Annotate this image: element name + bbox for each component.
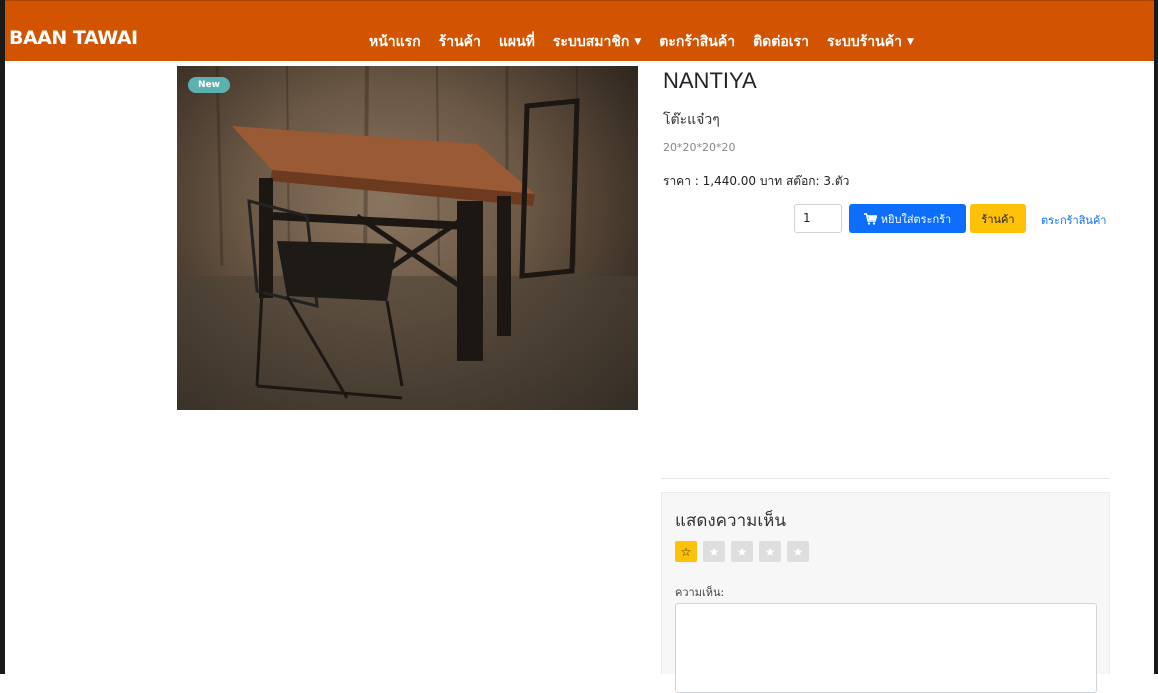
comment-card: แสดงความเห็น ☆ ★ ★ ★ ★ ความเห็น:: [661, 492, 1110, 693]
nav-item-cart[interactable]: ตะกร้าสินค้า: [650, 31, 744, 53]
nav-item-home-label: หน้าแรก: [369, 34, 421, 50]
caret-down-icon: ▼: [634, 37, 642, 47]
comment-textarea[interactable]: [675, 603, 1097, 693]
nav-item-contact-label: ติดต่อเรา: [753, 34, 809, 50]
nav-item-home[interactable]: หน้าแรก: [360, 31, 430, 53]
top-navbar: BAAN TAWAI หน้าแรก ร้านค้า แผนที่ ระบบสม…: [5, 0, 1154, 61]
section-divider: [661, 478, 1110, 479]
frame-right-border: [1154, 0, 1158, 674]
nav-item-cart-label: ตะกร้าสินค้า: [659, 34, 736, 50]
nav-item-shop-label: ร้านค้า: [438, 34, 481, 50]
cart-link[interactable]: ตระกร้าสินค้า: [1041, 211, 1106, 229]
product-subtitle: โต๊ะแจ๋วๆ: [663, 112, 720, 128]
product-name: NANTIYA: [663, 68, 757, 93]
shop-button[interactable]: ร้านค้า: [970, 204, 1026, 233]
frame-left-border: [0, 0, 5, 674]
nav-item-contact[interactable]: ติดต่อเรา: [744, 31, 818, 53]
product-image: New: [177, 66, 638, 410]
quantity-input[interactable]: 1: [794, 204, 842, 233]
star-3-icon[interactable]: ★: [731, 541, 753, 562]
comment-title: แสดงความเห็น: [675, 511, 786, 531]
nav-item-member-dropdown[interactable]: ระบบสมาชิก ▼: [544, 31, 650, 53]
nav-menu: หน้าแรก ร้านค้า แผนที่ ระบบสมาชิก ▼ ตะกร้…: [360, 31, 923, 53]
nav-item-shop-system-dropdown[interactable]: ระบบร้านค้า ▼: [818, 31, 923, 53]
brand-logo[interactable]: BAAN TAWAI: [9, 27, 138, 49]
nav-item-member-label: ระบบสมาชิก: [552, 34, 630, 50]
star-5-icon[interactable]: ★: [787, 541, 809, 562]
product-dimensions: 20*20*20*20: [663, 141, 736, 154]
comment-label: ความเห็น:: [675, 586, 725, 599]
star-4-icon[interactable]: ★: [759, 541, 781, 562]
nav-item-shop-system-label: ระบบร้านค้า: [826, 34, 902, 50]
add-to-cart-button[interactable]: หยิบใส่ตระกร้า: [849, 204, 966, 233]
caret-down-icon: ▼: [906, 37, 914, 47]
add-to-cart-label: หยิบใส่ตระกร้า: [880, 212, 952, 226]
star-1-icon[interactable]: ☆: [675, 541, 697, 562]
new-badge: New: [188, 77, 230, 93]
product-price-stock: ราคา : 1,440.00 บาท สต๊อก: 3.ตัว: [663, 174, 850, 188]
star-2-icon[interactable]: ★: [703, 541, 725, 562]
nav-item-shop[interactable]: ร้านค้า: [430, 31, 490, 53]
nav-item-map[interactable]: แผนที่: [490, 31, 544, 53]
product-photo-illustration: [177, 66, 638, 410]
nav-item-map-label: แผนที่: [498, 34, 535, 50]
cart-icon: [863, 212, 877, 225]
star-rating: ☆ ★ ★ ★ ★: [675, 541, 809, 562]
